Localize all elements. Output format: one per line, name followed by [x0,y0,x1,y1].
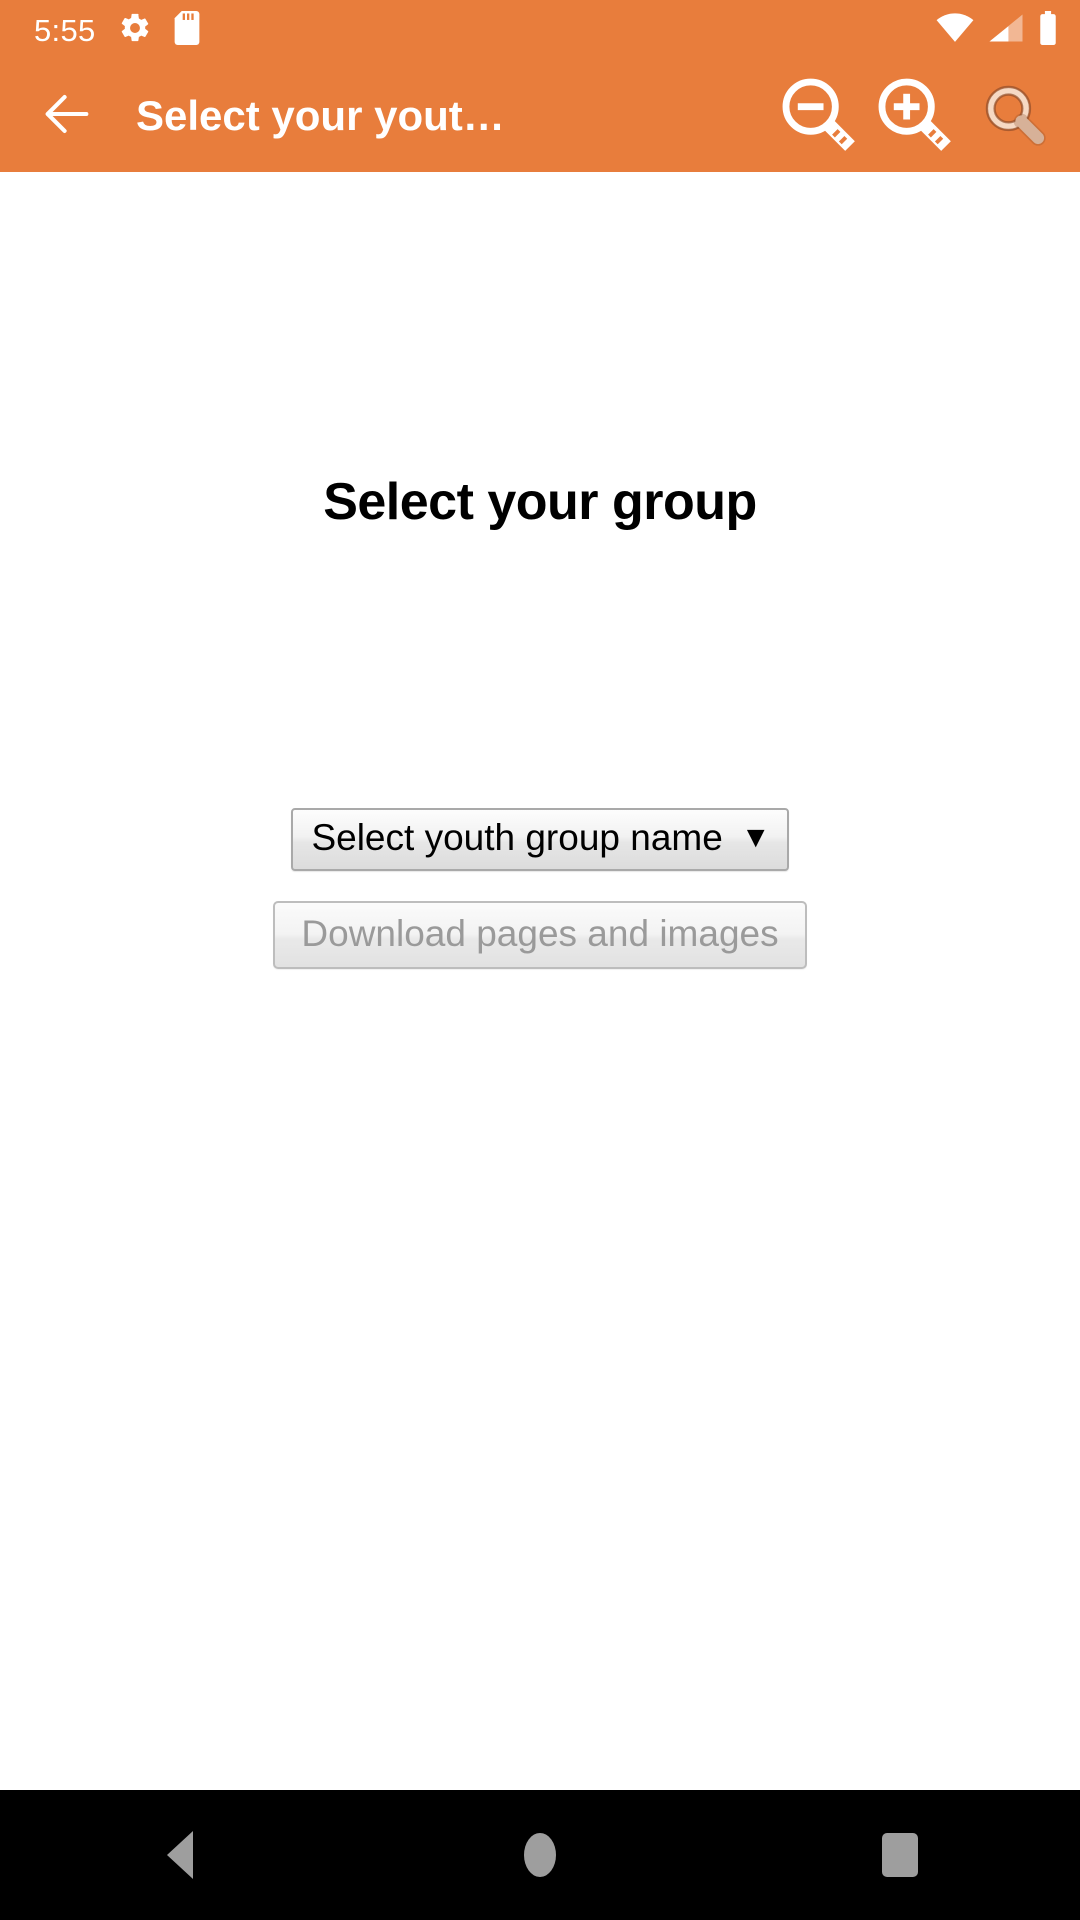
cellular-signal-icon [988,11,1024,50]
nav-recents-button[interactable] [720,1790,1080,1920]
search-icon [977,77,1051,156]
nav-back-triangle-icon [167,1831,193,1879]
app-bar-title: Select your yout… [136,92,505,139]
back-arrow-icon [38,85,96,148]
status-bar-right [936,10,1058,50]
nav-home-circle-icon [524,1833,556,1877]
gear-icon [118,11,152,50]
nav-recents-square-icon [882,1833,918,1877]
zoom-in-icon [872,72,956,161]
system-navigation-bar [0,1790,1080,1920]
zoom-in-button[interactable] [866,68,962,164]
status-clock: 5:55 [34,12,96,48]
status-bar: 5:55 [0,0,1080,60]
main-content: Select your group Select youth group nam… [0,172,1080,1790]
youth-group-select-value: Select youth group name [311,817,723,858]
app-bar: Select your yout… [0,60,1080,172]
battery-icon [1038,10,1058,50]
zoom-out-icon [776,72,860,161]
wifi-icon [936,11,974,50]
form-area: Select youth group name ▼ Download pages… [0,808,1080,970]
nav-home-button[interactable] [360,1790,720,1920]
phone-screen: 5:55 Select your yout… Select your group… [0,0,1080,1920]
download-pages-and-images-button[interactable]: Download pages and images [273,900,807,970]
search-button[interactable] [962,68,1066,164]
nav-back-button[interactable] [0,1790,360,1920]
chevron-down-icon: ▼ [740,821,771,855]
status-bar-left: 5:55 [34,10,200,50]
back-button[interactable] [34,83,100,149]
page-title: Select your group [323,473,757,531]
youth-group-select[interactable]: Select youth group name ▼ [291,808,789,871]
zoom-out-button[interactable] [770,68,866,164]
sd-card-icon [174,10,200,50]
